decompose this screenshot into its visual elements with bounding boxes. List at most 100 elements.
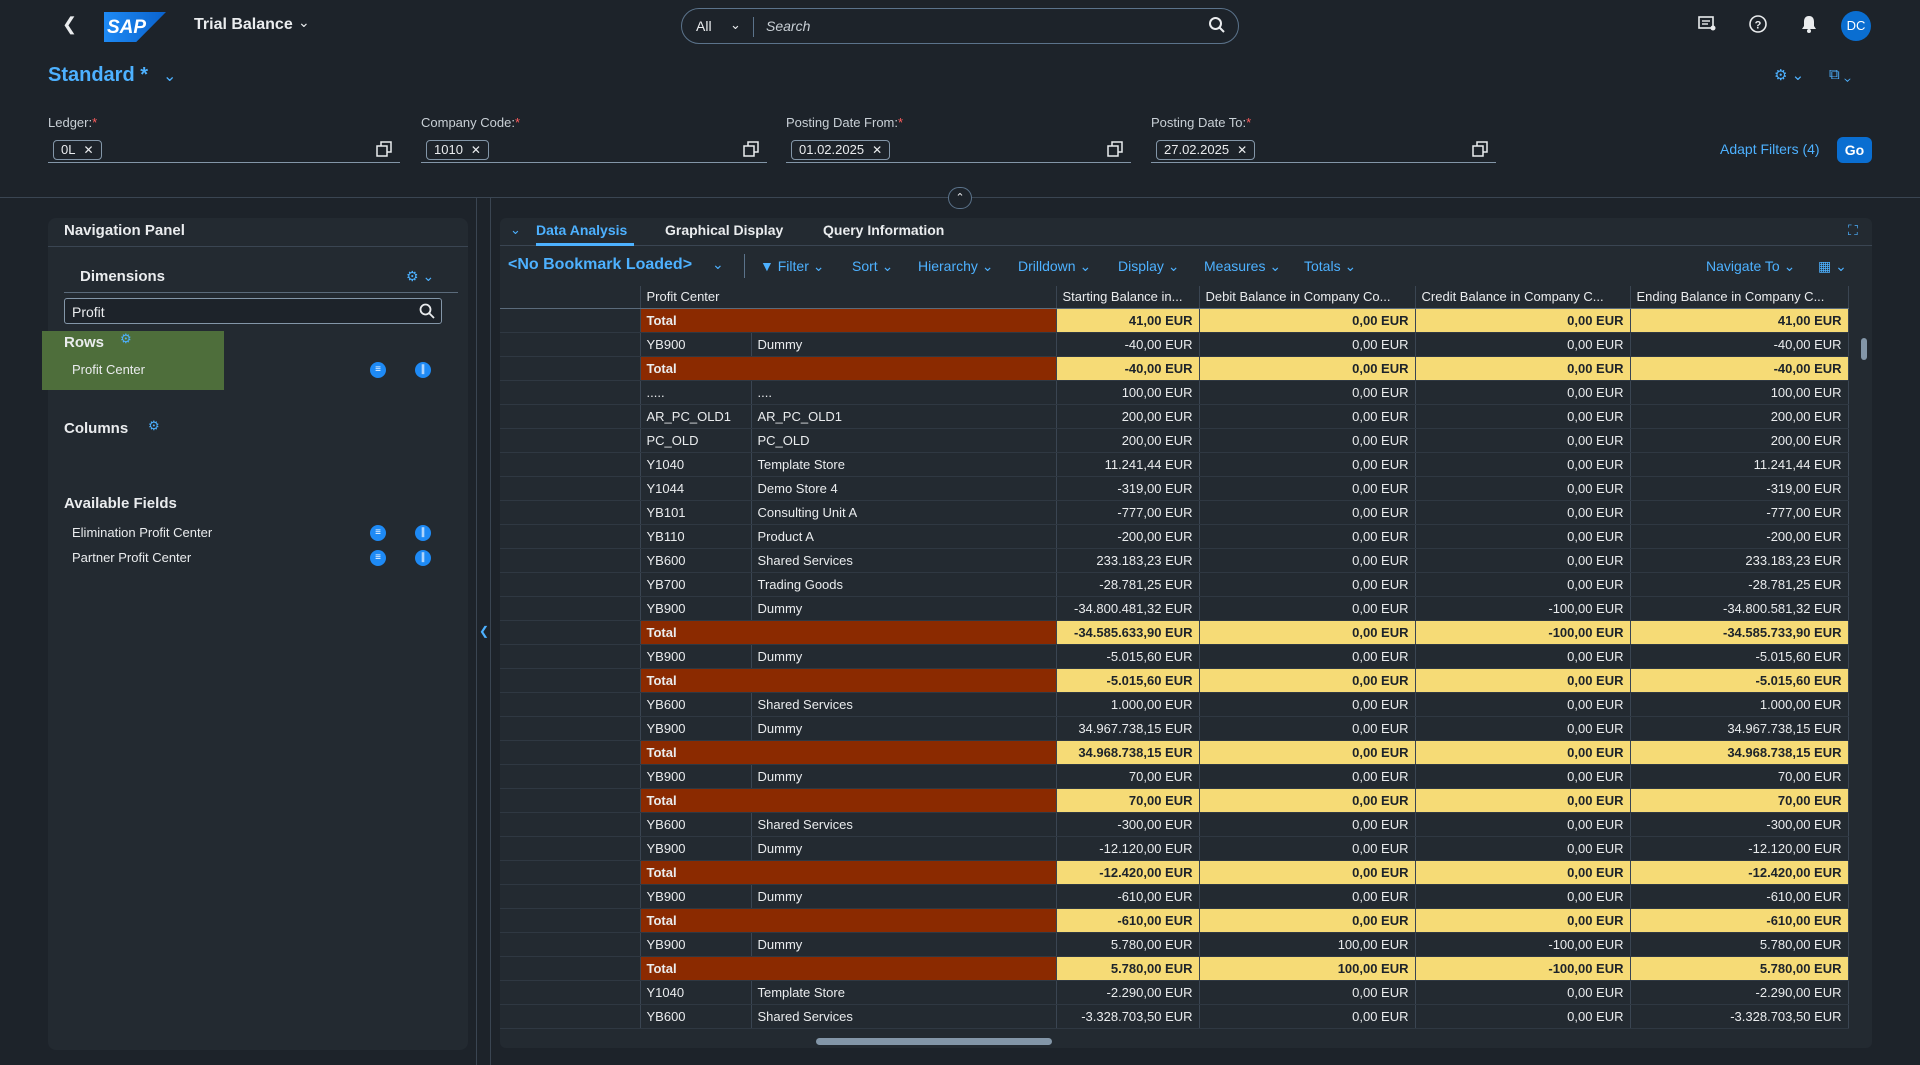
table-row[interactable]: YB600 Shared Services -300,00 EUR 0,00 EUR 0…	[500, 812, 1849, 837]
value-cell[interactable]: -34.800.481,32 EUR	[1056, 596, 1200, 621]
tab-query-information[interactable]: Query Information	[823, 222, 944, 238]
value-cell[interactable]: -12.120,00 EUR	[1630, 836, 1849, 861]
value-cell[interactable]: 0,00 EUR	[1415, 668, 1631, 693]
profit-center-text-cell[interactable]: ....	[751, 380, 1057, 405]
profit-center-text-cell[interactable]: Demo Store 4	[751, 476, 1057, 501]
tab-data-analysis[interactable]: Data Analysis	[536, 222, 627, 238]
value-help-icon[interactable]	[1107, 141, 1123, 157]
value-cell[interactable]: -319,00 EUR	[1056, 476, 1200, 501]
value-cell[interactable]: 200,00 EUR	[1630, 404, 1849, 429]
value-cell[interactable]: 0,00 EUR	[1415, 380, 1631, 405]
rows-item-profit-center[interactable]: Profit Center	[72, 362, 145, 377]
value-cell[interactable]: 1.000,00 EUR	[1630, 692, 1849, 717]
value-cell[interactable]: 0,00 EUR	[1199, 356, 1416, 381]
value-cell[interactable]: 200,00 EUR	[1056, 428, 1200, 453]
profit-center-key-cell[interactable]: YB900	[640, 332, 752, 357]
panel-splitter[interactable]	[476, 198, 477, 1065]
value-cell[interactable]: -28.781,25 EUR	[1056, 572, 1200, 597]
total-row[interactable]: Total -34.585.633,90 EUR 0,00 EUR -100,00 E…	[500, 620, 1849, 645]
profit-center-text-cell[interactable]: Shared Services	[751, 692, 1057, 717]
value-cell[interactable]: 233.183,23 EUR	[1056, 548, 1200, 573]
chevron-left-icon[interactable]: ❮	[479, 624, 489, 638]
posting-date-to-input[interactable]: 27.02.2025 ✕	[1151, 137, 1496, 163]
profit-center-text-cell[interactable]: Product A	[751, 524, 1057, 549]
table-row[interactable]: AR_PC_OLD1 AR_PC_OLD1 200,00 EUR 0,00 EUR 0,…	[500, 404, 1849, 429]
value-cell[interactable]: 0,00 EUR	[1415, 572, 1631, 597]
value-cell[interactable]: 41,00 EUR	[1630, 308, 1849, 333]
filter-token[interactable]: 01.02.2025 ✕	[791, 140, 891, 160]
profit-center-text-cell[interactable]: Dummy	[751, 764, 1057, 789]
profit-center-key-cell[interactable]: YB900	[640, 932, 752, 957]
fullscreen-icon[interactable]: ⛶	[1848, 222, 1858, 239]
value-cell[interactable]: 0,00 EUR	[1199, 620, 1416, 645]
value-cell[interactable]: 0,00 EUR	[1199, 692, 1416, 717]
filter-token[interactable]: 27.02.2025 ✕	[1156, 140, 1256, 160]
profit-center-text-cell[interactable]: Shared Services	[751, 1004, 1057, 1029]
value-cell[interactable]: 0,00 EUR	[1199, 548, 1416, 573]
total-row[interactable]: Total -40,00 EUR 0,00 EUR 0,00 EUR -40,00 EU…	[500, 356, 1849, 381]
columns-icon[interactable]: ∥	[415, 362, 431, 378]
value-cell[interactable]: 0,00 EUR	[1199, 308, 1416, 333]
column-header[interactable]: Ending Balance in Company C...	[1630, 286, 1849, 309]
profit-center-text-cell[interactable]: Shared Services	[751, 812, 1057, 837]
value-cell[interactable]: 0,00 EUR	[1199, 788, 1416, 813]
profit-center-text-cell[interactable]: Dummy	[751, 644, 1057, 669]
table-row[interactable]: YB110 Product A -200,00 EUR 0,00 EUR 0,00 EU…	[500, 524, 1849, 549]
value-cell[interactable]: 1.000,00 EUR	[1056, 692, 1200, 717]
value-cell[interactable]: -5.015,60 EUR	[1056, 668, 1200, 693]
table-row[interactable]: YB900 Dummy 70,00 EUR 0,00 EUR 0,00 EUR 70,00…	[500, 764, 1849, 789]
hierarchy-menu[interactable]: Hierarchy ⌄	[918, 258, 994, 275]
value-cell[interactable]: 0,00 EUR	[1415, 812, 1631, 837]
available-field-item[interactable]: Partner Profit Center	[72, 550, 191, 565]
value-cell[interactable]: 0,00 EUR	[1199, 740, 1416, 765]
total-row[interactable]: Total 70,00 EUR 0,00 EUR 0,00 EUR 70,00 EUR	[500, 788, 1849, 813]
profit-center-key-cell[interactable]: YB900	[640, 764, 752, 789]
posting-date-from-input[interactable]: 01.02.2025 ✕	[786, 137, 1131, 163]
scrollbar-thumb[interactable]	[1861, 338, 1867, 360]
help-icon[interactable]: ?	[1748, 14, 1768, 34]
profit-center-text-cell[interactable]: Consulting Unit A	[751, 500, 1057, 525]
filter-icon[interactable]: ≡	[370, 550, 386, 566]
profit-center-text-cell[interactable]: Dummy	[751, 332, 1057, 357]
profit-center-key-cell[interactable]: Y1044	[640, 476, 752, 501]
go-button[interactable]: Go	[1837, 137, 1872, 163]
sap-logo[interactable]: SAP	[104, 12, 166, 42]
value-cell[interactable]: 0,00 EUR	[1415, 500, 1631, 525]
avatar[interactable]: DC	[1841, 11, 1871, 41]
value-cell[interactable]: 34.967.738,15 EUR	[1056, 716, 1200, 741]
tab-graphical-display[interactable]: Graphical Display	[665, 222, 783, 238]
value-cell[interactable]: -100,00 EUR	[1415, 596, 1631, 621]
vertical-scrollbar[interactable]	[1861, 318, 1869, 1058]
value-cell[interactable]: -100,00 EUR	[1415, 932, 1631, 957]
total-row[interactable]: Total -5.015,60 EUR 0,00 EUR 0,00 EUR -5.015…	[500, 668, 1849, 693]
value-cell[interactable]: 0,00 EUR	[1415, 788, 1631, 813]
value-cell[interactable]: 0,00 EUR	[1415, 884, 1631, 909]
profit-center-text-cell[interactable]: Dummy	[751, 836, 1057, 861]
value-cell[interactable]: 0,00 EUR	[1415, 692, 1631, 717]
profit-center-key-cell[interactable]: YB900	[640, 644, 752, 669]
value-cell[interactable]: -300,00 EUR	[1056, 812, 1200, 837]
display-menu[interactable]: Display ⌄	[1118, 258, 1180, 275]
value-cell[interactable]: 5.780,00 EUR	[1630, 956, 1849, 981]
table-row[interactable]: YB900 Dummy -12.120,00 EUR 0,00 EUR 0,00 EUR…	[500, 836, 1849, 861]
app-title[interactable]: Trial Balance	[194, 16, 293, 34]
value-cell[interactable]: 0,00 EUR	[1199, 524, 1416, 549]
value-cell[interactable]: 233.183,23 EUR	[1630, 548, 1849, 573]
value-cell[interactable]: -5.015,60 EUR	[1630, 644, 1849, 669]
value-cell[interactable]: -200,00 EUR	[1056, 524, 1200, 549]
rows-settings-icon[interactable]: ⚙	[120, 331, 132, 347]
value-cell[interactable]: -34.585.733,90 EUR	[1630, 620, 1849, 645]
profit-center-text-cell[interactable]: Template Store	[751, 452, 1057, 477]
value-cell[interactable]: 0,00 EUR	[1415, 740, 1631, 765]
value-cell[interactable]: 0,00 EUR	[1415, 356, 1631, 381]
chevron-down-icon[interactable]: ⌄	[730, 17, 741, 33]
value-cell[interactable]: 0,00 EUR	[1415, 476, 1631, 501]
columns-icon[interactable]: ∥	[415, 525, 431, 541]
value-cell[interactable]: 0,00 EUR	[1199, 452, 1416, 477]
profit-center-key-cell[interactable]: YB700	[640, 572, 752, 597]
chevron-down-icon[interactable]: ⌄	[163, 66, 176, 86]
value-cell[interactable]: 0,00 EUR	[1415, 332, 1631, 357]
bookmark-select[interactable]: <No Bookmark Loaded>	[508, 256, 692, 274]
value-cell[interactable]: -777,00 EUR	[1056, 500, 1200, 525]
table-row[interactable]: YB900 Dummy 5.780,00 EUR 100,00 EUR -100,00 …	[500, 932, 1849, 957]
